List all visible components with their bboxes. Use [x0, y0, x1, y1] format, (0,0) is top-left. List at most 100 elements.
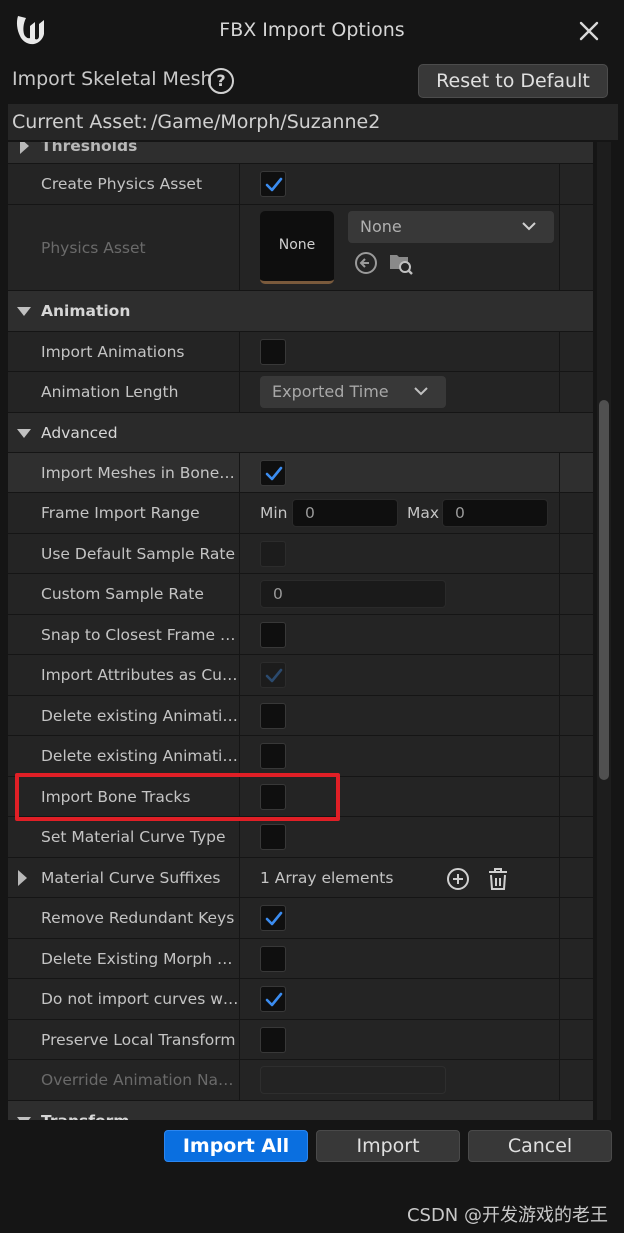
collapse-arrow-icon[interactable] [17, 307, 31, 316]
thumbnail-label: None [278, 237, 316, 253]
reset-to-default-button[interactable]: Reset to Default [418, 64, 608, 98]
expand-arrow-icon[interactable] [18, 869, 27, 886]
import-all-button[interactable]: Import All [164, 1130, 308, 1162]
cancel-button[interactable]: Cancel [468, 1130, 612, 1162]
preserve-local-transform-checkbox[interactable] [260, 1026, 286, 1053]
category-advanced[interactable]: Advanced [8, 413, 593, 453]
category-transform[interactable]: Transform [8, 1101, 593, 1120]
override-animation-name-input[interactable] [260, 1066, 446, 1094]
property-row-import-animations: Import Animations [8, 332, 593, 372]
property-label: Import Meshes in Bone Hierarchy [41, 463, 239, 482]
animation-length-dropdown[interactable]: Exported Time [260, 376, 446, 408]
delete-existing-morph-targets-checkbox[interactable] [260, 945, 286, 972]
collapse-arrow-icon[interactable] [17, 1116, 31, 1120]
category-label: Thresholds [41, 142, 138, 155]
property-row-animation-length: Animation Length Exported Time [8, 372, 593, 413]
property-label: Delete existing Animation Curves [41, 706, 239, 725]
current-asset-label: Current Asset: [12, 111, 148, 133]
property-row-remove-redundant-keys: Remove Redundant Keys [8, 898, 593, 939]
property-label: Delete Existing Morph Target Curves [41, 949, 239, 968]
scrollbar-thumb[interactable] [599, 400, 609, 780]
checkmark-icon [265, 911, 283, 926]
property-label: Snap to Closest Frame Boundary [41, 625, 239, 644]
property-label: Do not import curves with only 0 values [41, 990, 239, 1008]
property-label: Delete existing Animation Attributes [41, 747, 239, 765]
chevron-down-icon [414, 387, 428, 396]
property-row-delete-existing-animation-attributes: Delete existing Animation Attributes [8, 736, 593, 777]
collapse-arrow-icon[interactable] [17, 428, 31, 438]
current-asset-bar: Current Asset: /Game/Morph/Suzanne2 [8, 104, 618, 140]
checkmark-icon [265, 177, 283, 192]
property-label: Physics Asset [41, 238, 146, 257]
use-selected-asset-icon[interactable] [354, 251, 378, 275]
property-label: Set Material Curve Type [41, 828, 226, 846]
property-label: Import Attributes as Curves [41, 666, 239, 684]
expand-arrow-icon[interactable] [20, 142, 29, 154]
window-title: FBX Import Options [219, 19, 405, 41]
do-not-import-curves-checkbox[interactable] [260, 986, 286, 1012]
property-label: Override Animation Name [41, 1071, 239, 1089]
import-meshes-bone-hierarchy-checkbox[interactable] [260, 459, 286, 486]
trash-icon[interactable] [486, 866, 510, 892]
category-thresholds[interactable]: Thresholds [8, 142, 593, 164]
highlight-annotation [15, 773, 340, 821]
property-label: Import Animations [41, 342, 185, 361]
property-row-delete-existing-morph-targets: Delete Existing Morph Target Curves [8, 939, 593, 979]
property-row-override-animation-name: Override Animation Name [8, 1060, 593, 1101]
array-count-text: 1 Array elements [260, 868, 394, 887]
property-label: Frame Import Range [41, 504, 200, 522]
property-row-physics-asset: Physics Asset None None [8, 205, 593, 291]
asset-thumbnail[interactable]: None [260, 211, 334, 284]
property-label: Preserve Local Transform [41, 1030, 236, 1049]
chevron-down-icon [522, 222, 536, 231]
dialog-heading: Import Skeletal Mesh [12, 68, 213, 90]
property-row-import-meshes-bone-hierarchy: Import Meshes in Bone Hierarchy [8, 453, 593, 493]
import-animations-checkbox[interactable] [260, 338, 286, 365]
property-label: Use Default Sample Rate [41, 544, 236, 563]
delete-existing-animation-curves-checkbox[interactable] [260, 702, 286, 729]
dropdown-value: Exported Time [272, 382, 389, 401]
property-row-create-physics-asset: Create Physics Asset [8, 164, 593, 205]
category-label: Advanced [41, 423, 118, 442]
close-icon[interactable] [575, 17, 603, 45]
import-attributes-curves-checkbox[interactable] [260, 662, 286, 688]
property-row-material-curve-suffixes: Material Curve Suffixes 1 Array elements [8, 858, 593, 898]
use-default-sample-rate-checkbox[interactable] [260, 540, 286, 567]
add-element-icon[interactable] [446, 867, 470, 891]
property-row-do-not-import-curves: Do not import curves with only 0 values [8, 979, 593, 1020]
category-label: Animation [41, 302, 131, 320]
property-label: Animation Length [41, 383, 179, 401]
property-row-use-default-sample-rate: Use Default Sample Rate [8, 534, 593, 574]
property-label: Custom Sample Rate [41, 585, 204, 603]
max-frame-input[interactable]: 0 [442, 499, 548, 527]
property-row-preserve-local-transform: Preserve Local Transform [8, 1020, 593, 1060]
property-row-import-attributes-curves: Import Attributes as Curves [8, 655, 593, 696]
checkmark-icon [265, 466, 283, 480]
watermark: CSDN @开发游戏的老王 [406, 1205, 608, 1226]
create-physics-asset-checkbox[interactable] [260, 171, 286, 197]
property-row-custom-sample-rate: Custom Sample Rate 0 [8, 574, 593, 615]
min-label: Min [260, 504, 288, 522]
checkmark-icon [265, 992, 283, 1007]
snap-closest-frame-checkbox[interactable] [260, 621, 286, 648]
property-row-delete-existing-animation-curves: Delete existing Animation Curves [8, 696, 593, 736]
category-animation[interactable]: Animation [8, 291, 593, 332]
property-row-set-material-curve-type: Set Material Curve Type [8, 817, 593, 858]
min-frame-input[interactable]: 0 [292, 499, 398, 527]
custom-sample-rate-input[interactable]: 0 [260, 580, 446, 608]
checkmark-icon [265, 668, 283, 683]
property-label: Create Physics Asset [41, 175, 203, 193]
sub-header: Import Skeletal Mesh ? Reset to Default [8, 62, 618, 100]
set-material-curve-type-checkbox[interactable] [260, 824, 286, 850]
import-button[interactable]: Import [316, 1130, 460, 1162]
delete-existing-animation-attributes-checkbox[interactable] [260, 743, 286, 769]
help-icon[interactable]: ? [208, 68, 234, 94]
remove-redundant-keys-checkbox[interactable] [260, 905, 286, 931]
property-row-frame-import-range: Frame Import Range Min 0 Max 0 [8, 493, 593, 534]
browse-asset-icon[interactable] [388, 251, 414, 275]
dropdown-value: None [360, 217, 402, 236]
property-label: Material Curve Suffixes [41, 868, 221, 887]
max-label: Max [407, 504, 440, 522]
property-row-snap-closest-frame: Snap to Closest Frame Boundary [8, 615, 593, 655]
physics-asset-dropdown[interactable]: None [348, 211, 554, 243]
